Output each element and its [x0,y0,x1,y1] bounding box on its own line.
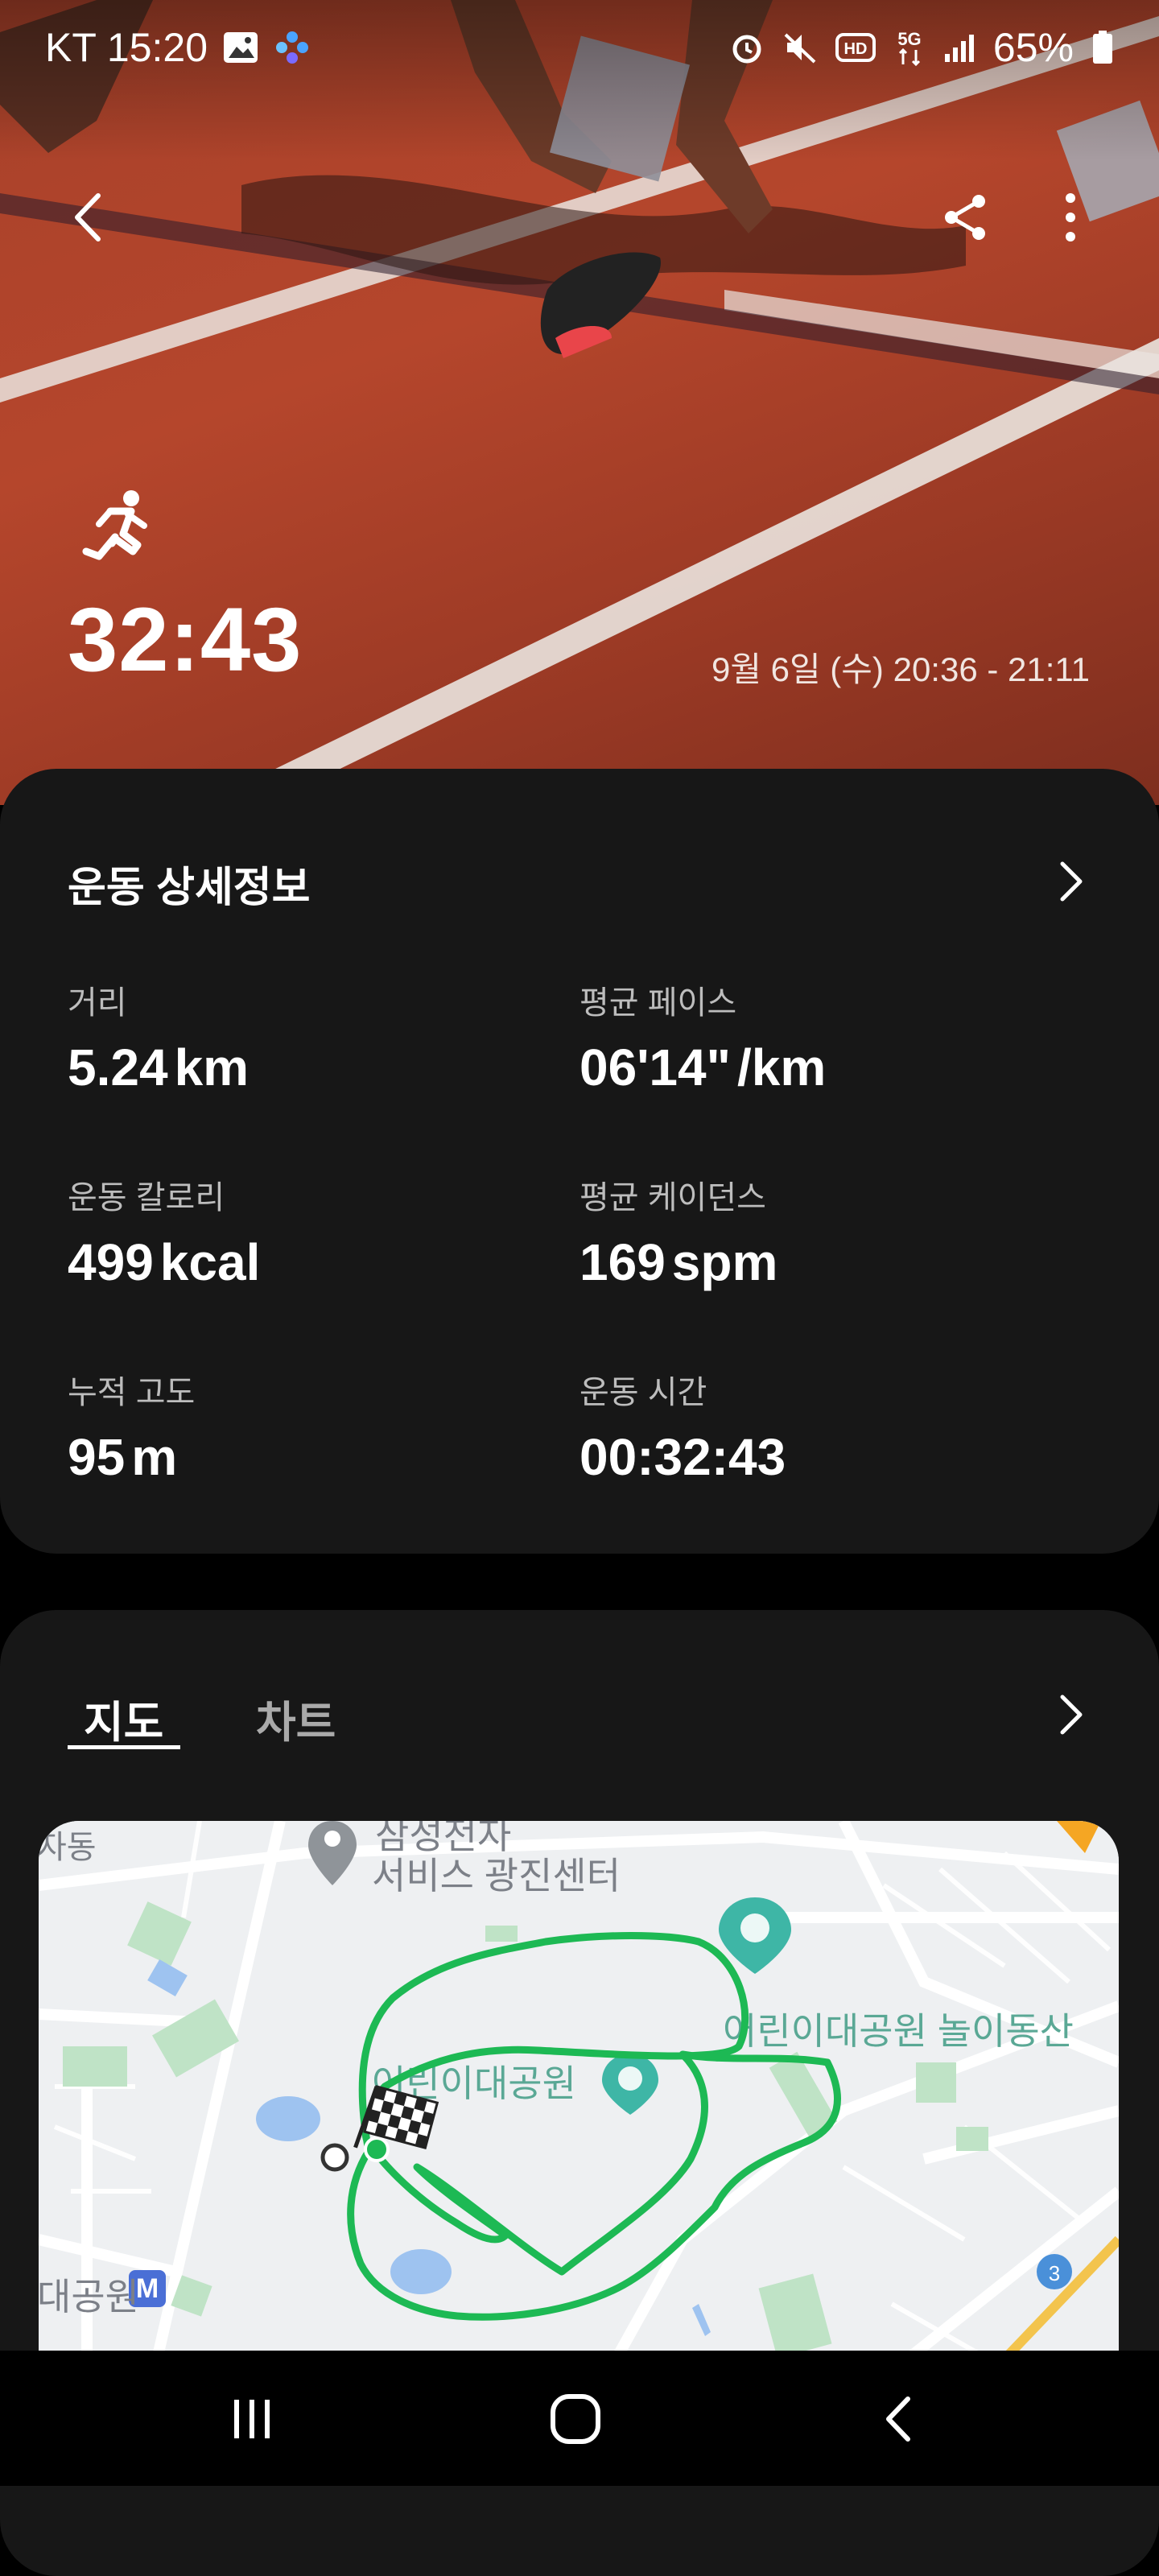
battery-percent: 65% [992,25,1074,70]
workout-duration: 32:43 [68,589,303,690]
hero-banner: KT 15:20 HD 5G 65% 32:43 9월 6일 (수) 20:36… [0,0,1159,805]
gallery-icon [222,31,259,64]
svg-text:HD: HD [843,40,867,58]
metric-value: 499 [68,1233,154,1291]
metric-avg-cadence: 평균 케이던스 169 spm [580,1171,1030,1292]
carrier-time: KT 15:20 [45,25,208,70]
start-marker [320,2143,349,2172]
tab-chart[interactable]: 차트 [256,1686,336,1750]
details-title: 운동 상세정보 [68,865,311,911]
nav-back-icon[interactable] [863,2387,935,2451]
metric-label: 누적 고도 [68,1375,196,1410]
sparkle-icon [274,29,311,66]
metric-unit: m [131,1428,178,1486]
metric-avg-pace: 평균 페이스 06'14"/km [580,976,1030,1097]
status-bar: KT 15:20 HD 5G 65% [0,0,1159,97]
metric-value: 95 [68,1428,126,1486]
recent-apps-icon[interactable] [216,2387,288,2451]
metric-label: 거리 [68,985,127,1021]
metric-value: 00:32:43 [580,1428,786,1486]
system-nav-bar [0,2351,1159,2486]
metric-label: 평균 케이던스 [580,1180,766,1216]
metric-value: 5.24 [68,1038,168,1096]
home-icon[interactable] [539,2387,612,2451]
route-overlay [320,1932,841,2321]
tab-map[interactable]: 지도 [84,1686,163,1750]
svg-text:5G: 5G [897,29,921,49]
workout-details-card[interactable]: 운동 상세정보 거리 5.24 km 평균 페이스 06'14"/km 운동 칼로… [0,769,1159,1554]
metric-value: 06'14" [580,1038,731,1096]
metric-label: 운동 시간 [580,1375,707,1410]
metric-unit: km [174,1038,250,1096]
metric-unit: spm [671,1233,778,1291]
workout-date-range: 9월 6일 (수) 20:36 - 21:11 [711,650,1090,688]
metric-workout-time: 운동 시간 00:32:43 [580,1366,1030,1487]
metric-elevation: 누적 고도 95 m [68,1366,518,1487]
5g-icon: 5G [893,27,926,68]
metric-label: 평균 페이스 [580,985,737,1021]
metric-calories: 운동 칼로리 499 kcal [68,1171,518,1292]
alarm-icon [729,30,765,65]
more-icon[interactable] [1038,185,1103,250]
metric-label: 운동 칼로리 [68,1180,225,1216]
metric-distance: 거리 5.24 km [68,976,518,1097]
back-icon[interactable] [56,185,121,250]
hd-icon: HD [835,31,876,64]
share-icon[interactable] [934,185,998,250]
metric-unit: /km [736,1038,827,1096]
chevron-right-icon[interactable] [1046,857,1095,906]
battery-icon [1091,30,1114,65]
route-map[interactable]: M 3 자동 삼성전자 서비스 광진센터 어린이대공원 어린이대공원 놀이동산 … [39,1821,1119,2384]
metric-value: 169 [580,1233,666,1291]
chevron-right-icon[interactable] [1046,1690,1095,1739]
running-icon [71,483,159,572]
metric-unit: kcal [159,1233,261,1291]
signal-icon [943,31,975,64]
mute-icon [782,30,818,65]
active-tab-indicator [68,1745,180,1749]
